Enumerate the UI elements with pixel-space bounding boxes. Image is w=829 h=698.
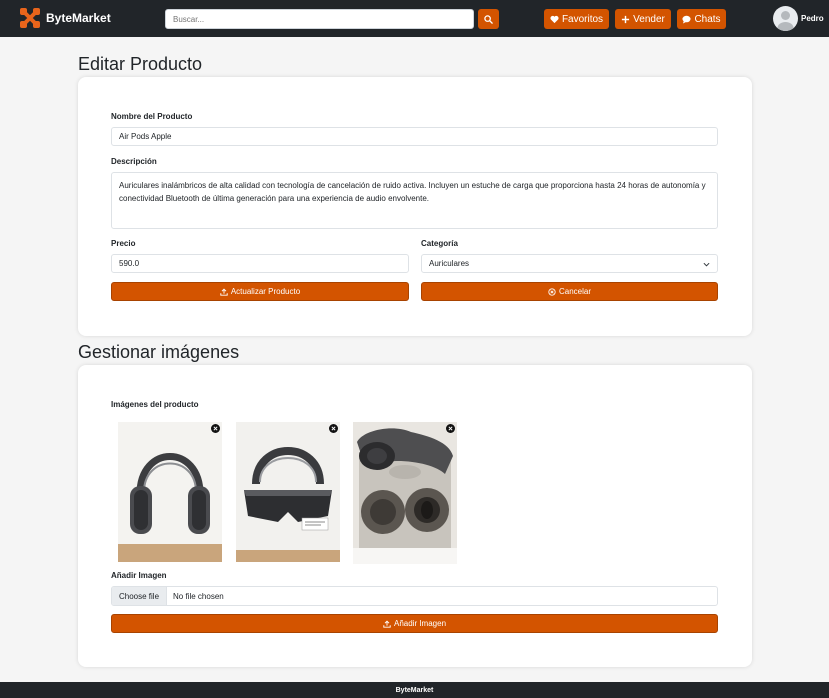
sell-button[interactable]: Vender [615,9,671,29]
product-images-label: Imágenes del producto [111,400,199,409]
category-label: Categoría [421,239,458,248]
upload-icon [383,620,391,628]
user-icon [777,11,794,31]
close-icon [331,426,336,431]
navbar: ByteMarket Favoritos Vender Chats Pedro [0,0,829,37]
footer-text: ByteMarket [395,686,434,694]
headphones-case-photo [236,422,340,562]
close-icon [213,426,218,431]
bytemarket-logo-icon [20,8,40,28]
description-label: Descripción [111,157,157,166]
manage-images-card: Imágenes del producto Añadir Imagen Choo… [78,365,752,667]
plus-icon [622,15,630,23]
user-name[interactable]: Pedro [801,14,824,23]
cancel-button[interactable]: Cancelar [421,282,718,301]
remove-image-1-button[interactable] [211,424,220,433]
product-name-field[interactable]: Air Pods Apple [111,127,718,146]
file-input[interactable]: Choose file No file chosen [111,586,718,606]
add-image-label: Añadir Imagen [111,571,167,580]
category-value: Auriculares [429,259,470,268]
no-file-text: No file chosen [173,591,224,601]
price-label: Precio [111,239,136,248]
sell-label: Vender [633,13,665,25]
price-value: 590.0 [119,259,140,268]
favorites-button[interactable]: Favoritos [544,9,609,29]
user-avatar[interactable] [773,6,798,31]
description-value: Auriculares inalámbricos de alta calidad… [119,181,706,203]
update-product-label: Actualizar Producto [230,287,301,296]
product-name-value: Air Pods Apple [119,132,172,141]
product-image-3[interactable] [353,422,457,564]
remove-image-2-button[interactable] [329,424,338,433]
manage-images-title: Gestionar imágenes [78,342,240,362]
brand-link[interactable]: ByteMarket [20,8,111,28]
category-select[interactable]: Auriculares [421,254,718,273]
favorites-label: Favoritos [561,13,604,25]
brand-name: ByteMarket [46,11,111,25]
price-field[interactable]: 590.0 [111,254,409,273]
product-name-label: Nombre del Producto [111,112,193,121]
add-image-button[interactable]: Añadir Imagen [111,614,718,633]
cancel-circle-x-icon [548,287,556,296]
headphones-open-box-photo [353,422,457,564]
edit-product-title: Editar Producto [78,54,203,74]
close-icon [448,426,453,431]
heart-icon [550,15,559,23]
upload-icon [220,288,228,296]
chats-label: Chats [694,13,721,25]
chevron-down-icon [703,262,710,267]
update-product-button[interactable]: Actualizar Producto [111,282,409,301]
headphones-front-photo [118,422,222,562]
search-icon [484,14,493,24]
remove-image-3-button[interactable] [446,424,455,433]
cancel-label: Cancelar [558,287,591,296]
chats-button[interactable]: Chats [677,9,726,29]
search-button[interactable] [478,9,499,29]
search-input[interactable] [165,9,474,29]
edit-product-card: Nombre del Producto Air Pods Apple Descr… [78,77,752,336]
add-image-button-label: Añadir Imagen [393,619,447,628]
product-image-1[interactable] [118,422,222,562]
product-image-2[interactable] [236,422,340,562]
choose-file-button[interactable]: Choose file [112,587,168,605]
chat-bubble-icon [682,15,691,24]
footer: ByteMarket [0,682,829,698]
description-textarea[interactable]: Auriculares inalámbricos de alta calidad… [111,172,718,229]
